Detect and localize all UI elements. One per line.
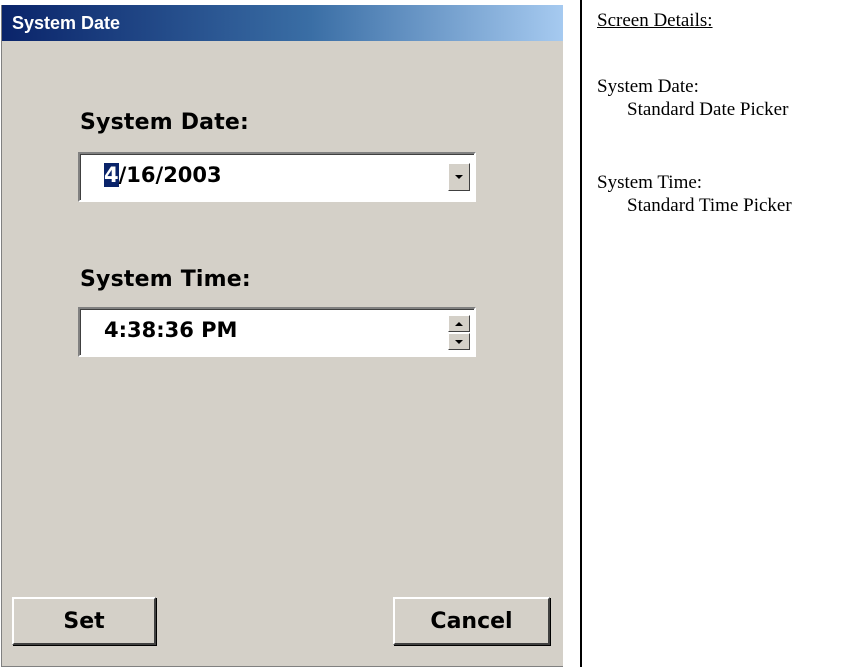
window-title: System Date (2, 5, 563, 41)
detail-name-time: System Time: (597, 172, 703, 193)
cancel-button[interactable]: Cancel (393, 597, 550, 645)
detail-name-date: System Date: (597, 76, 699, 97)
set-button[interactable]: Set (12, 597, 156, 645)
divider (580, 0, 582, 667)
detail-value-date: Standard Date Picker (627, 99, 789, 120)
spin-up-icon (455, 321, 463, 326)
time-spin-down-button[interactable] (448, 333, 470, 350)
time-picker[interactable]: 4:38:36 PM (78, 307, 476, 357)
date-picker[interactable]: 4/16/2003 (78, 152, 476, 202)
time-spin-up-button[interactable] (448, 315, 470, 332)
date-value[interactable]: 4/16/2003 (104, 163, 222, 187)
date-dropdown-button[interactable] (448, 163, 470, 191)
date-rest[interactable]: /16/2003 (119, 163, 222, 187)
chevron-down-icon (455, 175, 463, 179)
time-value[interactable]: 4:38:36 PM (104, 318, 237, 342)
date-selected-part[interactable]: 4 (104, 163, 119, 187)
system-date-window: System Date System Date: 4/16/2003 Syste… (1, 5, 563, 667)
spin-down-icon (455, 339, 463, 344)
detail-value-time: Standard Time Picker (627, 195, 792, 216)
system-time-label: System Time: (80, 267, 251, 292)
system-date-label: System Date: (80, 110, 250, 135)
screen-details-heading: Screen Details: (597, 10, 713, 31)
